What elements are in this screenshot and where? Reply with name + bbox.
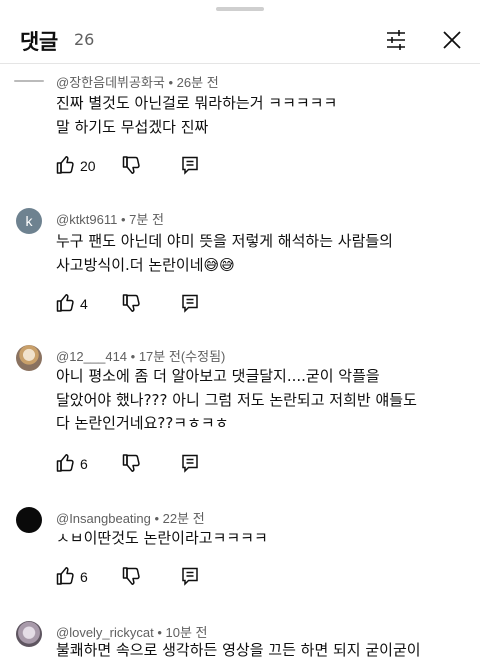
- comment-text: 아니 평소에 좀 더 알아보고 댓글달지....굳이 악플을 달았어야 했나??…: [56, 367, 417, 432]
- comment-actions: 6: [56, 566, 236, 590]
- avatar[interactable]: [14, 73, 44, 89]
- reply-icon[interactable]: [180, 293, 200, 313]
- like-count: 20: [80, 158, 96, 174]
- comment-meta: @Insangbeating • 22분 전: [56, 511, 205, 526]
- drag-handle[interactable]: [216, 7, 264, 11]
- comments-header: 댓글 26: [0, 22, 480, 58]
- like-count: 6: [80, 569, 88, 585]
- thumbs-up-icon[interactable]: [56, 293, 76, 313]
- page-title: 댓글: [20, 30, 58, 54]
- header-divider: [0, 63, 480, 64]
- comment-time: 26분 전: [176, 75, 219, 90]
- thumbs-down-icon[interactable]: [122, 566, 142, 586]
- avatar[interactable]: k: [16, 208, 42, 234]
- comment-author[interactable]: @Insangbeating: [56, 511, 151, 526]
- thumbs-up-icon[interactable]: [56, 453, 76, 473]
- comment-time: 17분 전(수정됨): [138, 349, 226, 364]
- comment-actions: 20: [56, 155, 236, 179]
- comment-author[interactable]: @ktkt9611: [56, 212, 117, 227]
- comment-count: 26: [74, 30, 95, 49]
- comment-actions: 4: [56, 293, 236, 317]
- thumbs-down-icon[interactable]: [122, 155, 142, 175]
- thumbs-down-icon[interactable]: [122, 293, 142, 313]
- avatar[interactable]: [16, 507, 42, 533]
- like-count: 4: [80, 296, 88, 312]
- comment-text: 불쾌하면 속으로 생각하든 영상을 끄든 하면 되지 굳이굳이: [56, 641, 421, 659]
- comment-author[interactable]: @12___414: [56, 349, 127, 364]
- comment-time: 10분 전: [165, 625, 208, 640]
- reply-icon[interactable]: [180, 566, 200, 586]
- avatar[interactable]: [16, 345, 42, 371]
- comment-time: 22분 전: [162, 511, 205, 526]
- comment-meta: @장한음데뷔공화국 • 26분 전: [56, 75, 219, 90]
- close-icon[interactable]: [436, 24, 468, 56]
- comment-meta: @12___414 • 17분 전(수정됨): [56, 349, 226, 364]
- thumbs-up-icon[interactable]: [56, 566, 76, 586]
- thumbs-up-icon[interactable]: [56, 155, 76, 175]
- comment-actions: 6: [56, 453, 236, 477]
- sliders-icon[interactable]: [380, 24, 412, 56]
- comment-text: 진짜 별것도 아닌걸로 뭐라하는거 ㅋㅋㅋㅋㅋ 말 하기도 무섭겠다 진짜: [56, 94, 338, 136]
- like-count: 6: [80, 456, 88, 472]
- comment-author[interactable]: @장한음데뷔공화국: [56, 75, 165, 90]
- comment-text: 누구 팬도 아닌데 야미 뜻을 저렇게 해석하는 사람들의 사고방식이.더 논란…: [56, 232, 393, 274]
- avatar[interactable]: [16, 621, 42, 647]
- reply-icon[interactable]: [180, 155, 200, 175]
- comment-time: 7분 전: [129, 212, 164, 227]
- thumbs-down-icon[interactable]: [122, 453, 142, 473]
- comment-text: ㅅㅂ이딴것도 논란이라고ㅋㅋㅋㅋ: [56, 529, 268, 547]
- reply-icon[interactable]: [180, 453, 200, 473]
- comment-meta: @ktkt9611 • 7분 전: [56, 212, 164, 227]
- comment-author[interactable]: @lovely_rickycat: [56, 625, 154, 640]
